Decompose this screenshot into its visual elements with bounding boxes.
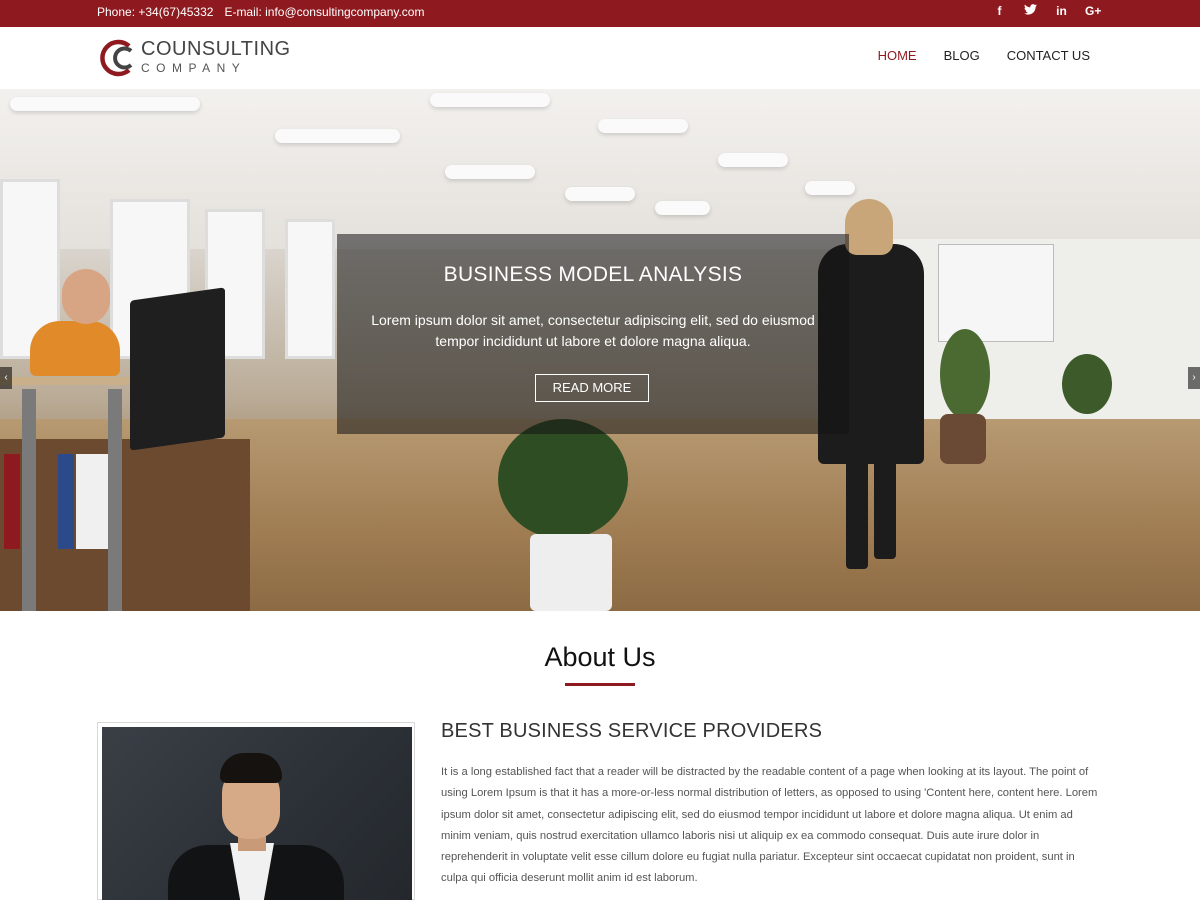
plant — [1062, 354, 1112, 414]
facebook-icon[interactable]: f — [992, 4, 1007, 19]
ceiling-light — [598, 119, 688, 133]
binder — [92, 454, 108, 549]
desk-leg — [108, 389, 122, 611]
twitter-icon[interactable] — [1023, 4, 1038, 19]
window — [285, 219, 335, 359]
logo-mark-icon — [100, 39, 133, 77]
desk-leg — [22, 389, 36, 611]
slider-next-arrow[interactable]: › — [1188, 367, 1200, 389]
plant-pot — [530, 534, 612, 611]
ceiling-light — [805, 181, 855, 195]
walking-person-head — [845, 199, 893, 255]
ceiling-light — [275, 129, 400, 143]
services-paragraph: It is a long established fact that a rea… — [441, 766, 1098, 885]
binder — [76, 454, 92, 549]
services-heading: BEST BUSINESS SERVICE PROVIDERS — [441, 720, 823, 742]
logo-line2: COMPANY — [141, 61, 247, 75]
hero-title: BUSINESS MODEL ANALYSIS — [443, 263, 743, 286]
hero-caption: BUSINESS MODEL ANALYSIS Lorem ipsum dolo… — [337, 234, 849, 434]
read-more-button[interactable]: READ MORE — [535, 374, 649, 402]
email-text[interactable]: E-mail: info@consultingcompany.com — [224, 5, 424, 19]
person-photo — [102, 727, 412, 900]
binder — [4, 454, 20, 549]
social-links: f in G+ — [992, 4, 1102, 19]
linkedin-icon[interactable]: in — [1054, 4, 1069, 19]
top-bar: Phone: +34(67)45332 E-mail: info@consult… — [0, 0, 1200, 27]
binder — [58, 454, 74, 549]
walking-person-leg — [874, 459, 896, 559]
seated-person — [30, 321, 120, 376]
ceiling-light — [445, 165, 535, 179]
nav-blog[interactable]: BLOG — [944, 48, 980, 63]
contact-info: Phone: +34(67)45332 E-mail: info@consult… — [97, 5, 424, 19]
site-header: COUNSULTING COMPANY HOME BLOG CONTACT US — [0, 27, 1200, 89]
ceiling-light — [655, 201, 710, 215]
whiteboard — [938, 244, 1054, 342]
bookshelf — [0, 439, 250, 611]
logo[interactable]: COUNSULTING COMPANY — [99, 37, 290, 79]
plant-pot — [940, 414, 986, 464]
ceiling-light — [10, 97, 200, 111]
about-photo — [97, 722, 415, 900]
monitor — [130, 287, 225, 451]
hero-text: Lorem ipsum dolor sit amet, consectetur … — [371, 312, 815, 349]
ceiling-light — [718, 153, 788, 167]
seated-person-head — [62, 269, 110, 324]
ceiling-light — [430, 93, 550, 107]
nav-home[interactable]: HOME — [878, 48, 917, 63]
nav-contact[interactable]: CONTACT US — [1007, 48, 1090, 63]
plant — [940, 329, 990, 419]
slider-prev-arrow[interactable]: ‹ — [0, 367, 12, 389]
phone-text: Phone: +34(67)45332 — [97, 5, 214, 19]
ceiling-light — [565, 187, 635, 201]
about-title: About Us — [544, 642, 656, 672]
walking-person-leg — [846, 459, 868, 569]
title-underline — [565, 683, 635, 686]
main-nav: HOME BLOG CONTACT US — [878, 48, 1090, 63]
logo-line1: COUNSULTING — [141, 38, 291, 60]
google-plus-icon[interactable]: G+ — [1085, 4, 1101, 19]
plant — [498, 419, 628, 539]
